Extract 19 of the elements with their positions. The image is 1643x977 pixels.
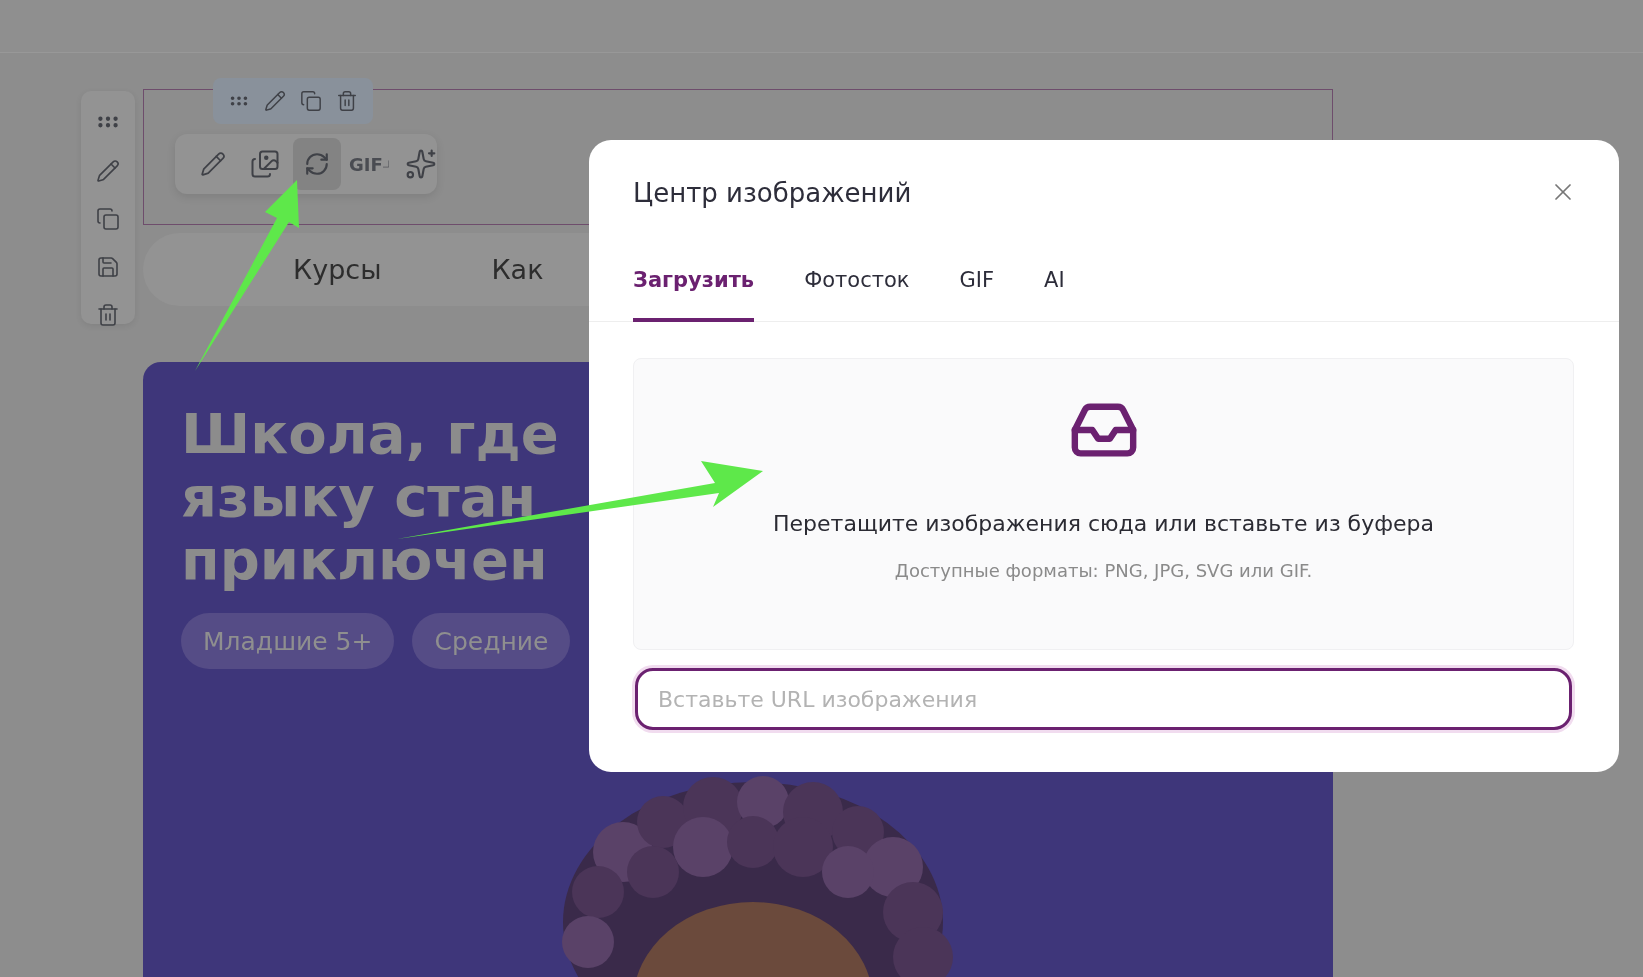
dialog-tab[interactable]: Фотосток <box>804 260 910 322</box>
dialog-title: Центр изображений <box>633 178 912 208</box>
drop-zone-title: Перетащите изображения сюда или вставьте из буфера <box>773 511 1434 536</box>
sparkles-icon <box>405 148 437 180</box>
images-icon <box>250 149 280 179</box>
hero-headline: языку стан <box>181 465 537 528</box>
hero-headline: Школа, где <box>181 402 559 465</box>
pencil-icon <box>200 151 226 177</box>
url-input[interactable]: Вставьте URL изображения <box>635 668 1572 730</box>
tool-button[interactable] <box>293 138 341 190</box>
drop-zone[interactable]: Перетащите изображения сюда или вставьте из буфера Доступные форматы: PNG, JPG, SVG или GIF. <box>633 358 1574 650</box>
dialog-tab[interactable]: GIF <box>959 260 995 322</box>
nav-link[interactable]: Курсы <box>293 254 382 285</box>
refresh-icon <box>304 151 330 177</box>
dialog-tab[interactable]: Загрузить <box>633 260 755 322</box>
hero-headline: приключен <box>181 528 548 591</box>
nav-link[interactable]: Как <box>491 254 544 285</box>
drop-zone-hint: Доступные форматы: PNG, JPG, SVG или GIF. <box>894 560 1313 581</box>
dialog-tab[interactable]: AI <box>1044 260 1065 322</box>
